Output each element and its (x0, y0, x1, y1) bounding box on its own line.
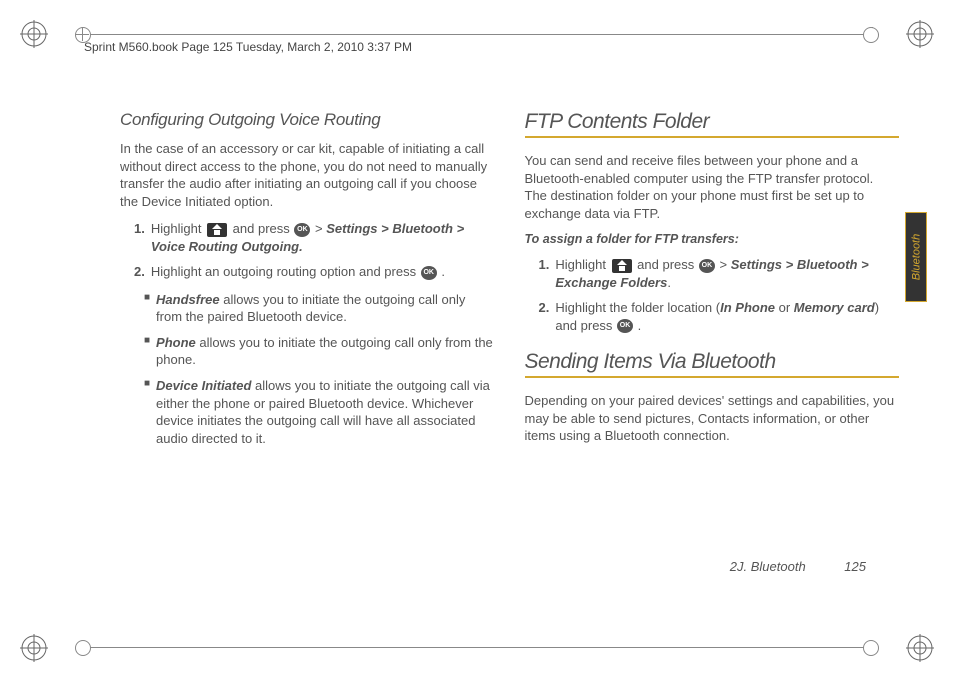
section-intro: You can send and receive files between y… (525, 152, 900, 222)
section-rule (525, 136, 900, 138)
header-crop-line (82, 34, 872, 35)
step-content: Highlight and press OK > Settings > Blue… (555, 256, 899, 291)
bullet-content: Handsfree allows you to initiate the out… (156, 291, 494, 326)
bullet-list: ■ Handsfree allows you to initiate the o… (120, 291, 495, 447)
steps-list: 1. Highlight and press OK > Settings > B… (525, 256, 900, 334)
bullet-icon: ■ (144, 291, 150, 326)
step-text: . (441, 264, 445, 279)
bullet-text: allows you to initiate the outgoing call… (156, 335, 493, 368)
step-text: or (775, 300, 794, 315)
step-item: 1. Highlight and press OK > Settings > B… (539, 256, 900, 291)
step-text: > (315, 221, 326, 236)
steps-list: 1. Highlight and press OK > Settings > B… (120, 220, 495, 281)
step-number: 2. (134, 263, 145, 281)
side-tab: Bluetooth (905, 212, 927, 302)
bullet-label: Handsfree (156, 292, 220, 307)
section-intro: Depending on your paired devices' settin… (525, 392, 900, 445)
footer-crop-line (82, 647, 872, 648)
document-header: Sprint M560.book Page 125 Tuesday, March… (84, 40, 412, 54)
ok-icon: OK (294, 223, 310, 237)
heading-ftp: FTP Contents Folder (525, 110, 900, 134)
instruction-text: To assign a folder for FTP transfers: (525, 232, 900, 246)
option-label: In Phone (720, 300, 775, 315)
bullet-item: ■ Phone allows you to initiate the outgo… (144, 334, 495, 369)
step-content: Highlight and press OK > Settings > Blue… (151, 220, 495, 255)
heading-sending: Sending Items Via Bluetooth (525, 350, 900, 374)
bullet-content: Phone allows you to initiate the outgoin… (156, 334, 494, 369)
step-content: Highlight the folder location (In Phone … (555, 299, 899, 334)
registration-mark-icon (20, 20, 48, 48)
step-number: 1. (539, 256, 550, 291)
bullet-icon: ■ (144, 377, 150, 447)
section-rule (525, 376, 900, 378)
step-text: Highlight the folder location ( (555, 300, 720, 315)
intro-text: In the case of an accessory or car kit, … (120, 140, 495, 210)
subheading-configuring: Configuring Outgoing Voice Routing (120, 110, 495, 130)
right-column: FTP Contents Folder You can send and rec… (525, 110, 900, 592)
step-text: and press (637, 257, 698, 272)
option-label: Memory card (794, 300, 875, 315)
page-footer: 2J. Bluetooth 125 (730, 559, 866, 574)
bullet-label: Device Initiated (156, 378, 251, 393)
left-column: Configuring Outgoing Voice Routing In th… (120, 110, 495, 592)
home-icon (207, 223, 227, 237)
step-text: > (720, 257, 731, 272)
bullet-item: ■ Device Initiated allows you to initiat… (144, 377, 495, 447)
registration-mark-icon (20, 634, 48, 662)
chapter-label: 2J. Bluetooth (730, 559, 806, 574)
step-item: 1. Highlight and press OK > Settings > B… (134, 220, 495, 255)
ok-icon: OK (421, 266, 437, 280)
bullet-item: ■ Handsfree allows you to initiate the o… (144, 291, 495, 326)
step-item: 2. Highlight the folder location (In Pho… (539, 299, 900, 334)
home-icon (612, 259, 632, 273)
page-content: Configuring Outgoing Voice Routing In th… (120, 110, 899, 592)
side-tab-label: Bluetooth (911, 225, 923, 290)
step-text: Highlight (151, 221, 205, 236)
bullet-content: Device Initiated allows you to initiate … (156, 377, 494, 447)
page-number: 125 (844, 559, 866, 574)
step-content: Highlight an outgoing routing option and… (151, 263, 495, 281)
registration-mark-icon (906, 634, 934, 662)
step-text: Highlight an outgoing routing option and… (151, 264, 420, 279)
step-number: 1. (134, 220, 145, 255)
bullet-icon: ■ (144, 334, 150, 369)
registration-mark-icon (906, 20, 934, 48)
step-number: 2. (539, 299, 550, 334)
step-item: 2. Highlight an outgoing routing option … (134, 263, 495, 281)
bullet-label: Phone (156, 335, 196, 350)
ok-icon: OK (699, 259, 715, 273)
ok-icon: OK (617, 319, 633, 333)
step-text: Highlight (555, 257, 609, 272)
step-text: and press (233, 221, 294, 236)
